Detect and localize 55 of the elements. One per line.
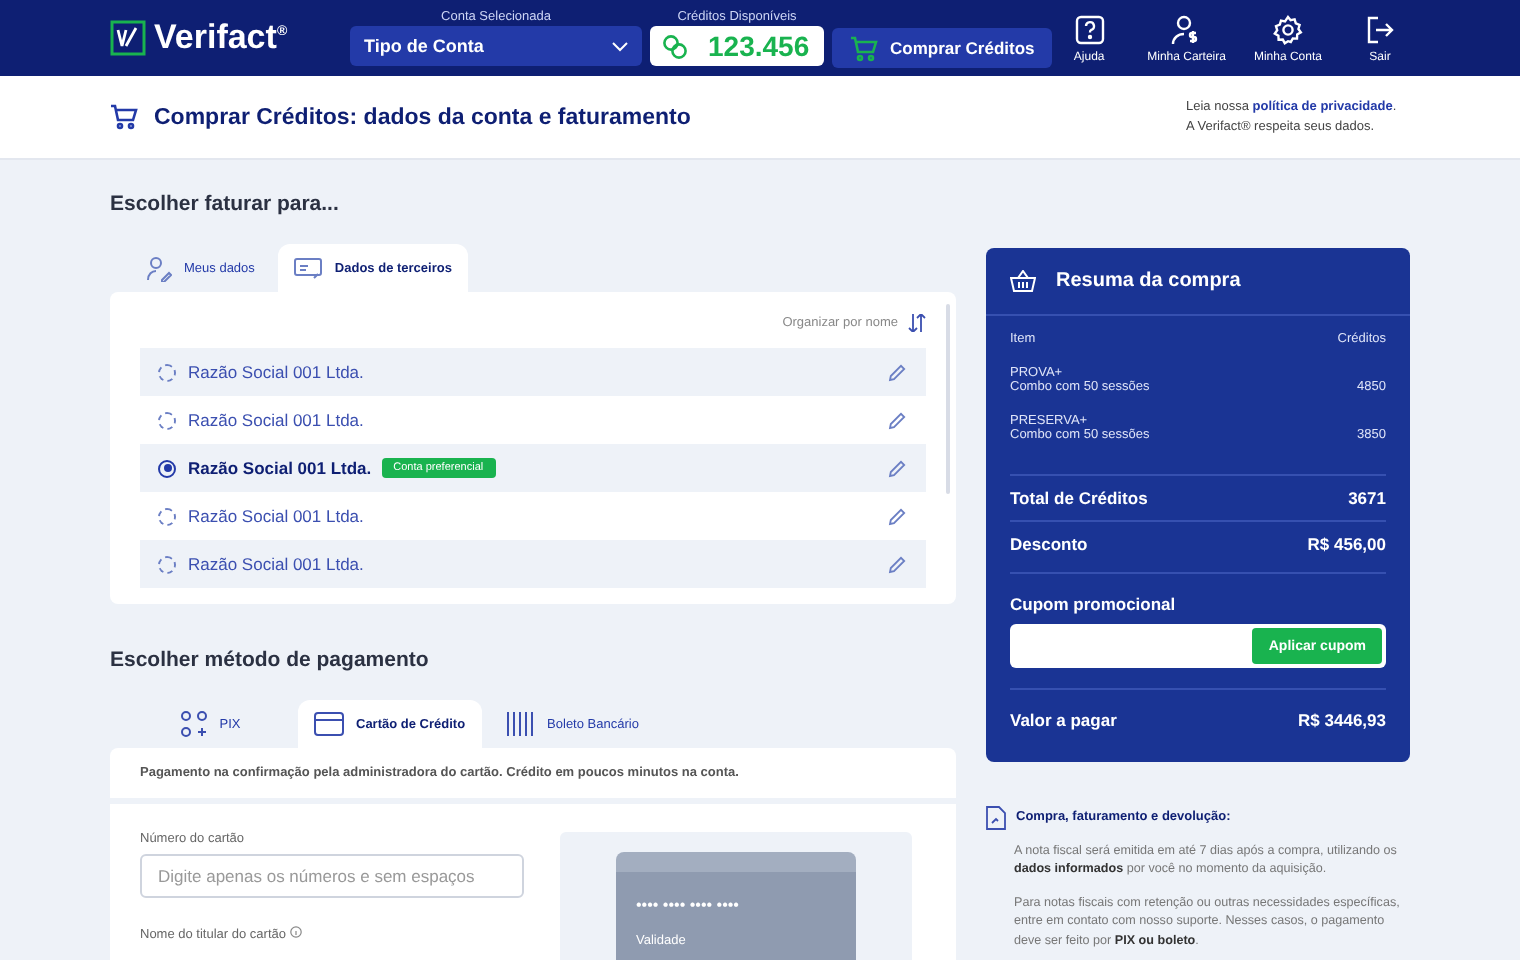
edit-icon[interactable] [888, 459, 906, 477]
card-number-field[interactable]: Digite apenas os números e sem espaços [140, 854, 524, 898]
logo-icon [110, 20, 146, 56]
sort-icon[interactable] [908, 313, 926, 331]
user-edit-icon [146, 255, 172, 281]
company-name: Razão Social 001 Ltda. [188, 458, 372, 478]
radio-button[interactable] [158, 555, 176, 573]
pix-icon [179, 710, 208, 738]
help-icon [1073, 13, 1106, 45]
coupon-label: Cupom promocional [1010, 572, 1386, 614]
billing-option[interactable]: Razão Social 001 Ltda. [140, 540, 926, 588]
document-icon [986, 806, 1006, 830]
card-number-text: •••• •••• •••• •••• [636, 896, 741, 914]
buy-credits-button[interactable]: Comprar Créditos [832, 28, 1053, 68]
credits-display: 123.456 [650, 26, 824, 66]
edit-icon[interactable] [888, 507, 906, 525]
basket-icon [1010, 270, 1036, 292]
barcode-icon [505, 712, 536, 736]
logout-icon [1364, 13, 1396, 45]
scrollbar[interactable] [946, 304, 950, 494]
company-name: Razão Social 001 Ltda. [188, 410, 364, 430]
radio-button[interactable] [158, 411, 176, 429]
chevron-down-icon [612, 41, 628, 51]
total-due-value: R$ 3446,93 [1298, 710, 1386, 730]
coins-icon [662, 33, 688, 59]
cart-icon [850, 35, 878, 61]
logo-text: Verifact$^{®}$ [154, 18, 288, 58]
total-value: 3671 [1348, 488, 1386, 508]
radio-button[interactable] [158, 459, 176, 477]
billing-option[interactable]: Razão Social 001 Ltda. [140, 492, 926, 540]
account-dropdown[interactable]: Tipo de Conta [350, 26, 642, 66]
company-name: Razão Social 001 Ltda. [188, 506, 364, 526]
discount-value: R$ 456,00 [1307, 534, 1386, 554]
edit-icon[interactable] [888, 555, 906, 573]
user-money-icon [1170, 13, 1203, 45]
total-due-label: Valor a pagar [1010, 710, 1117, 730]
company-name: Razão Social 001 Ltda. [188, 554, 364, 574]
billing-option[interactable]: Razão Social 001 Ltda. [140, 348, 926, 396]
radio-button[interactable] [158, 363, 176, 381]
id-card-icon [294, 256, 323, 280]
panel-title: Resuma da compra [1056, 270, 1241, 292]
edit-icon[interactable] [888, 411, 906, 429]
radio-button[interactable] [158, 507, 176, 525]
edit-icon[interactable] [888, 363, 906, 381]
cart-icon [110, 104, 138, 130]
section-title: Escolher faturar para... [110, 192, 341, 216]
discount-label: Desconto [1010, 534, 1088, 554]
page-title: Comprar Créditos: dados da conta e faturamento [154, 105, 691, 129]
settings-icon [1271, 13, 1304, 45]
company-name: Razão Social 001 Ltda. [188, 362, 364, 382]
billing-option[interactable]: Razão Social 001 Ltda. [140, 396, 926, 444]
info-icon [289, 926, 302, 938]
total-label: Total de Créditos [1010, 488, 1148, 508]
credit-card-icon [314, 712, 344, 736]
section-title: Escolher método de pagamento [110, 648, 431, 672]
